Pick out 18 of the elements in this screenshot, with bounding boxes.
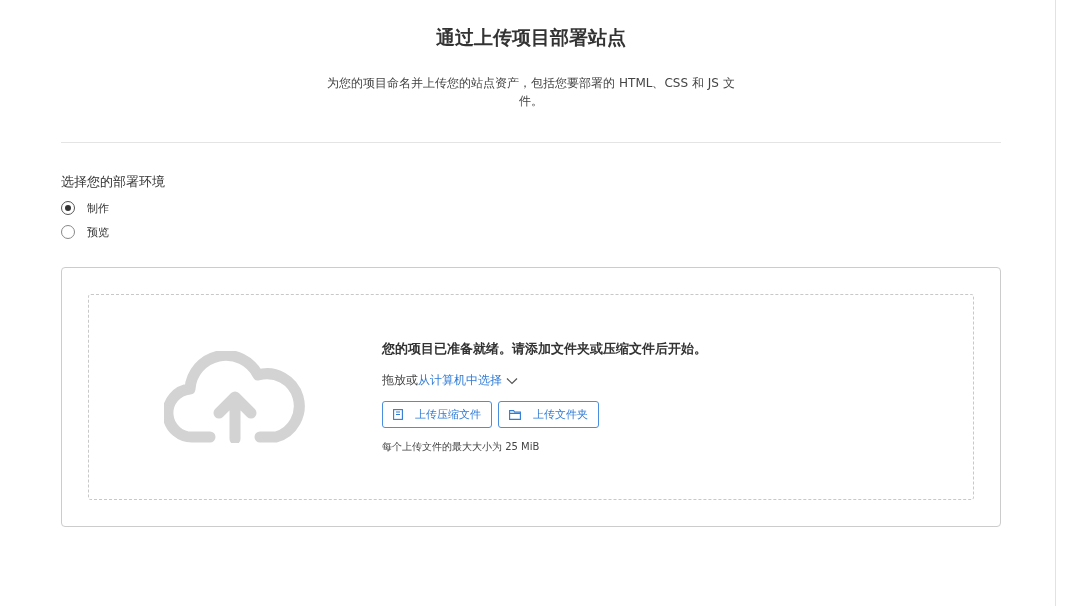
drop-zone[interactable]: 您的项目已准备就绪。请添加文件夹或压缩文件后开始。 拖放或从计算机中选择 上传压缩文件 上传文件夹 每个上传文件的最大大小为 25 MiB: [88, 294, 974, 500]
select-from-computer-link[interactable]: 从计算机中选择: [418, 372, 518, 389]
file-size-note: 每个上传文件的最大大小为 25 MiB: [382, 440, 541, 454]
folder-icon: [509, 409, 521, 420]
radio-button[interactable]: [61, 225, 75, 239]
document-icon: [393, 409, 403, 420]
upload-heading: 您的项目已准备就绪。请添加文件夹或压缩文件后开始。: [382, 340, 707, 358]
environment-label: 选择您的部署环境: [61, 173, 166, 191]
upload-folder-button[interactable]: 上传文件夹: [498, 401, 599, 428]
cloud-upload-icon: [164, 351, 306, 443]
page-description: 为您的项目命名并上传您的站点资产，包括您要部署的 HTML、CSS 和 JS 文件。: [326, 75, 736, 110]
radio-label[interactable]: 预览: [87, 224, 109, 240]
radio-button[interactable]: [61, 201, 75, 215]
chevron-down-icon: [506, 376, 518, 385]
radio-label[interactable]: 制作: [87, 200, 109, 216]
upload-zip-button[interactable]: 上传压缩文件: [382, 401, 492, 428]
page-title: 通过上传项目部署站点: [435, 25, 627, 50]
drop-hint: 拖放或: [382, 372, 418, 389]
